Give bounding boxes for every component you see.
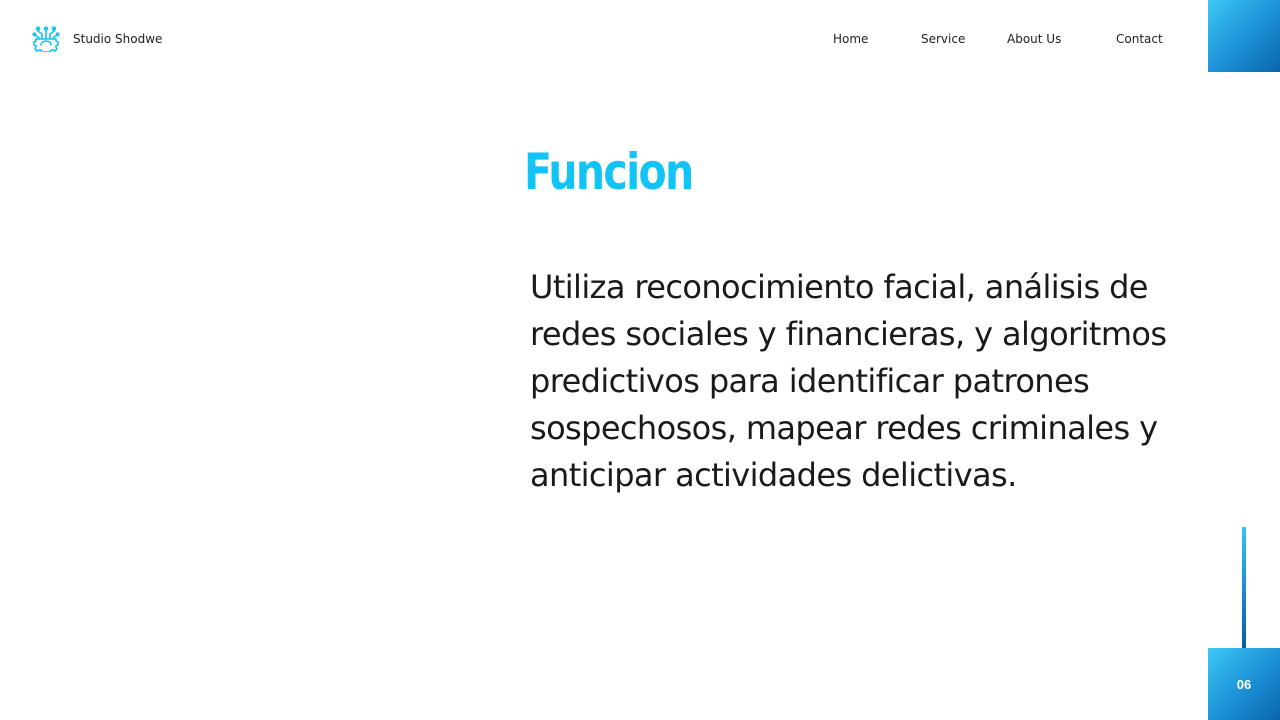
nav-about-us-link[interactable]: About Us <box>1007 31 1061 47</box>
page-number: 06 <box>1236 676 1252 692</box>
top-right-gradient-block <box>1208 0 1280 72</box>
slide-body-text: Utiliza reconocimiento facial, análisis … <box>530 268 1167 494</box>
slide-title: Funcion <box>524 143 694 201</box>
vertical-accent-line <box>1242 527 1246 649</box>
gear-circuit-logo-icon <box>32 26 60 52</box>
brand[interactable]: Studio Shodwe <box>32 26 162 52</box>
brand-name: Studio Shodwe <box>73 32 163 46</box>
nav-service-link[interactable]: Service <box>921 31 965 47</box>
nav-contact-link[interactable]: Contact <box>1116 31 1163 47</box>
page-number-box: 06 <box>1208 648 1280 720</box>
nav-home-link[interactable]: Home <box>833 31 868 47</box>
